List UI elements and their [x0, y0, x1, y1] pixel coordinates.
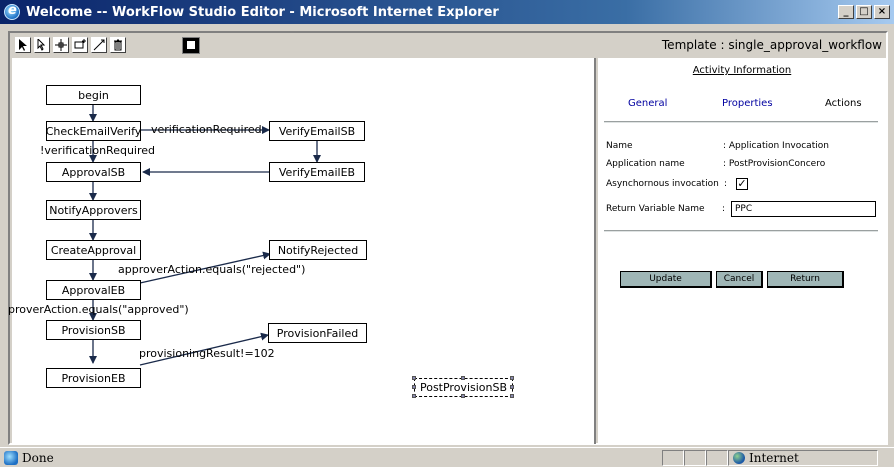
panel-title: Activity Information [692, 65, 792, 76]
select-arrow-icon[interactable] [15, 37, 31, 53]
status-cell [684, 449, 706, 466]
edge-label-provisioning-result: provisioningResult!=102 [139, 347, 275, 360]
name-value: : Application Invocation [723, 141, 829, 151]
node-create-approval[interactable]: CreateApproval [46, 240, 141, 260]
return-var-label: Return Variable Name [606, 204, 705, 214]
template-label: Template : single_approval_workflow [661, 38, 882, 52]
panel-divider-bottom [604, 230, 878, 232]
return-button[interactable]: Return [767, 271, 844, 288]
resize-handle[interactable] [412, 394, 416, 398]
maximize-button[interactable]: □ [856, 5, 872, 19]
security-zone: Internet [728, 449, 878, 466]
zone-label: Internet [749, 450, 799, 465]
window-controls: _ □ × [838, 5, 890, 19]
status-bar: Done Internet [0, 447, 894, 467]
status-cell [706, 449, 728, 466]
node-check-email-verify[interactable]: CheckEmailVerify [46, 121, 141, 141]
async-checkbox[interactable]: ✓ [736, 178, 748, 190]
node-approval-eb[interactable]: ApprovalEB [46, 280, 141, 300]
add-node-icon[interactable] [72, 37, 88, 53]
node-verify-email-eb[interactable]: VerifyEmailEB [269, 162, 365, 182]
resize-handle[interactable] [510, 376, 514, 380]
edge-label-rejected: approverAction.equals("rejected") [118, 263, 306, 276]
return-var-separator: : [722, 204, 726, 214]
node-begin[interactable]: begin [46, 85, 141, 105]
window-title-bar: Welcome -- WorkFlow Studio Editor - Micr… [0, 0, 894, 24]
node-verify-email-sb[interactable]: VerifyEmailSB [269, 121, 365, 141]
node-notify-rejected[interactable]: NotifyRejected [269, 240, 367, 260]
app-name-value: : PostProvisionConcero [723, 159, 826, 169]
workflow-canvas[interactable]: begin CheckEmailVerify VerifyEmailSB Ver… [8, 58, 596, 444]
resize-handle[interactable] [510, 394, 514, 398]
tab-actions[interactable]: Actions [825, 98, 862, 109]
update-button[interactable]: Update [620, 271, 712, 288]
async-label: Asynchornous invocation [606, 179, 719, 189]
minimize-button[interactable]: _ [838, 5, 854, 19]
activity-panel: Activity Information General Properties … [598, 58, 886, 444]
globe-icon [733, 451, 745, 464]
window-title: Welcome -- WorkFlow Studio Editor - Micr… [26, 4, 499, 20]
async-separator: : [724, 179, 728, 189]
resize-handle[interactable] [461, 394, 465, 398]
cancel-button[interactable]: Cancel [716, 271, 763, 288]
resize-handle[interactable] [461, 376, 465, 380]
tab-general[interactable]: General [628, 98, 667, 109]
resize-handle[interactable] [412, 385, 416, 389]
tab-properties[interactable]: Properties [722, 98, 773, 109]
app-name-label: Application name [606, 159, 685, 169]
edge-label-verification-required: verificationRequired [151, 123, 262, 136]
editor-toolbar: Template : single_approval_workflow [10, 33, 886, 57]
edge-label-approved: proverAction.equals("approved") [8, 303, 189, 316]
node-approval-sb[interactable]: ApprovalSB [46, 162, 141, 182]
delete-icon[interactable] [110, 37, 126, 53]
node-notify-approvers[interactable]: NotifyApprovers [46, 200, 141, 220]
page-done-icon [4, 450, 18, 465]
resize-handle[interactable] [412, 376, 416, 380]
name-label: Name [606, 141, 633, 151]
status-cell [662, 449, 684, 466]
node-provision-failed[interactable]: ProvisionFailed [268, 323, 367, 343]
return-var-input[interactable] [731, 201, 876, 217]
close-button[interactable]: × [874, 5, 890, 19]
connector-icon[interactable] [91, 37, 107, 53]
resize-handle[interactable] [510, 385, 514, 389]
internet-explorer-icon [4, 3, 20, 20]
edge-label-not-verification-required: !verificationRequired [40, 144, 156, 157]
status-text: Done [22, 450, 54, 465]
node-provision-sb[interactable]: ProvisionSB [46, 320, 141, 340]
pointer-icon[interactable] [34, 37, 50, 53]
node-provision-eb[interactable]: ProvisionEB [46, 368, 141, 388]
save-disk-icon[interactable] [182, 36, 200, 54]
panel-divider-top [604, 121, 878, 123]
move-icon[interactable] [53, 37, 69, 53]
